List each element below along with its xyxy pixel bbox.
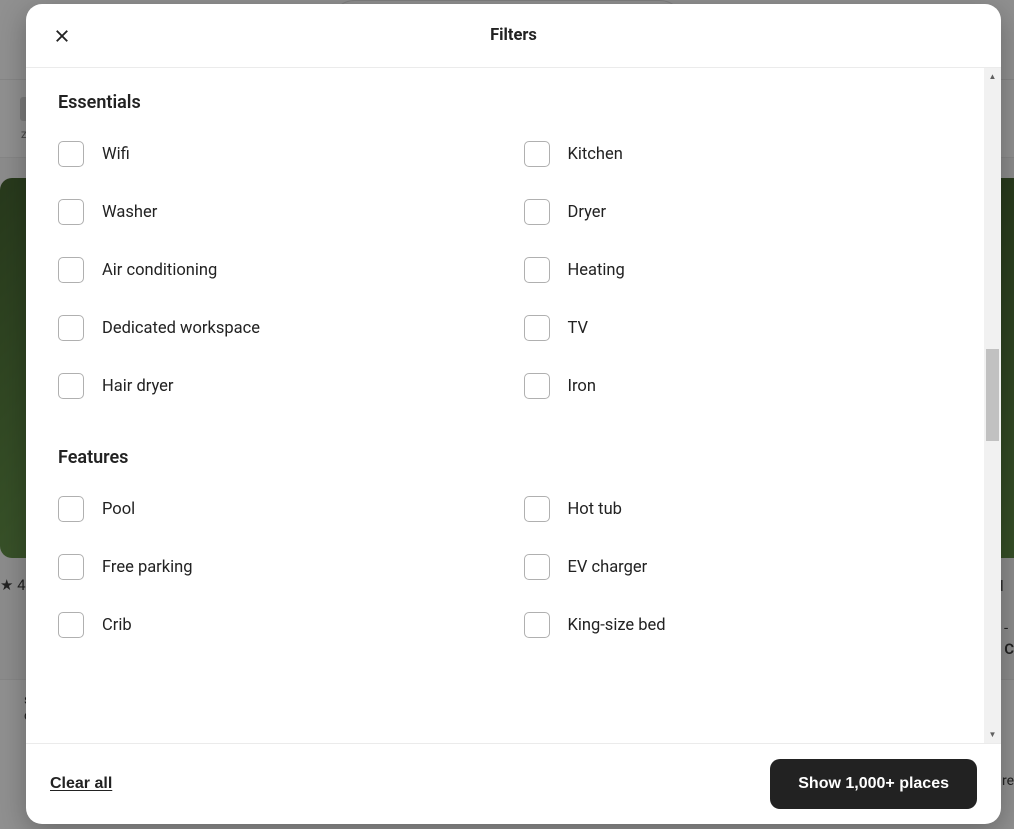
checkbox-label: EV charger: [568, 558, 648, 577]
checkbox-item[interactable]: Crib: [58, 612, 504, 638]
checkbox-box[interactable]: [58, 315, 84, 341]
checkbox-item[interactable]: Kitchen: [524, 141, 970, 167]
checkbox-item[interactable]: Heating: [524, 257, 970, 283]
checkbox-grid: Wifi Kitchen Washer Dryer Air conditioning He…: [58, 141, 969, 399]
section-title: Features: [58, 447, 969, 468]
checkbox-item[interactable]: Hair dryer: [58, 373, 504, 399]
checkbox-item[interactable]: Free parking: [58, 554, 504, 580]
checkbox-label: Washer: [102, 203, 157, 222]
checkbox-item[interactable]: Air conditioning: [58, 257, 504, 283]
modal-body[interactable]: Essentials Wifi Kitchen Washer Dryer Air con…: [26, 68, 1001, 743]
modal-header: Filters: [26, 4, 1001, 68]
checkbox-box[interactable]: [58, 141, 84, 167]
checkbox-item[interactable]: Washer: [58, 199, 504, 225]
checkbox-label: Hair dryer: [102, 377, 174, 396]
section-title: Essentials: [58, 92, 969, 113]
checkbox-label: Dedicated workspace: [102, 319, 260, 338]
checkbox-box[interactable]: [524, 554, 550, 580]
clear-all-button[interactable]: Clear all: [50, 775, 112, 793]
checkbox-label: Pool: [102, 500, 135, 519]
checkbox-box[interactable]: [58, 373, 84, 399]
checkbox-item[interactable]: Wifi: [58, 141, 504, 167]
checkbox-label: Air conditioning: [102, 261, 217, 280]
scroll-up-arrow-icon[interactable]: ▲: [984, 68, 1001, 85]
checkbox-label: Iron: [568, 377, 596, 396]
checkbox-item[interactable]: TV: [524, 315, 970, 341]
checkbox-box[interactable]: [524, 315, 550, 341]
checkbox-item[interactable]: Pool: [58, 496, 504, 522]
scroll-down-arrow-icon[interactable]: ▼: [984, 726, 1001, 743]
checkbox-label: Dryer: [568, 203, 607, 222]
show-places-button[interactable]: Show 1,000+ places: [770, 759, 977, 809]
checkbox-label: King-size bed: [568, 616, 666, 635]
checkbox-box[interactable]: [58, 496, 84, 522]
checkbox-item[interactable]: Dedicated workspace: [58, 315, 504, 341]
checkbox-item[interactable]: King-size bed: [524, 612, 970, 638]
checkbox-box[interactable]: [524, 199, 550, 225]
close-icon: [53, 27, 71, 45]
checkbox-box[interactable]: [524, 496, 550, 522]
close-button[interactable]: [46, 20, 78, 52]
checkbox-label: Kitchen: [568, 145, 623, 164]
checkbox-item[interactable]: Iron: [524, 373, 970, 399]
checkbox-label: Wifi: [102, 145, 130, 164]
checkbox-box[interactable]: [58, 257, 84, 283]
checkbox-label: Hot tub: [568, 500, 622, 519]
checkbox-box[interactable]: [58, 199, 84, 225]
checkbox-item[interactable]: Dryer: [524, 199, 970, 225]
checkbox-label: TV: [568, 319, 588, 338]
checkbox-item[interactable]: Hot tub: [524, 496, 970, 522]
modal-footer: Clear all Show 1,000+ places: [26, 743, 1001, 824]
checkbox-label: Crib: [102, 616, 132, 635]
section-essentials: Essentials Wifi Kitchen Washer Dryer Air con…: [58, 92, 969, 399]
scrollbar-track[interactable]: ▲ ▼: [984, 68, 1001, 743]
checkbox-box[interactable]: [58, 612, 84, 638]
checkbox-label: Heating: [568, 261, 625, 280]
checkbox-item[interactable]: EV charger: [524, 554, 970, 580]
checkbox-label: Free parking: [102, 558, 193, 577]
checkbox-box[interactable]: [58, 554, 84, 580]
checkbox-box[interactable]: [524, 373, 550, 399]
checkbox-grid: Pool Hot tub Free parking EV charger Crib Kin…: [58, 496, 969, 638]
section-features: Features Pool Hot tub Free parking EV charg…: [58, 447, 969, 638]
checkbox-box[interactable]: [524, 257, 550, 283]
modal-title: Filters: [490, 26, 537, 45]
checkbox-box[interactable]: [524, 141, 550, 167]
scrollbar-thumb[interactable]: [986, 349, 999, 441]
checkbox-box[interactable]: [524, 612, 550, 638]
filters-modal: Filters Essentials Wifi Kitchen Washer Drye…: [26, 4, 1001, 824]
